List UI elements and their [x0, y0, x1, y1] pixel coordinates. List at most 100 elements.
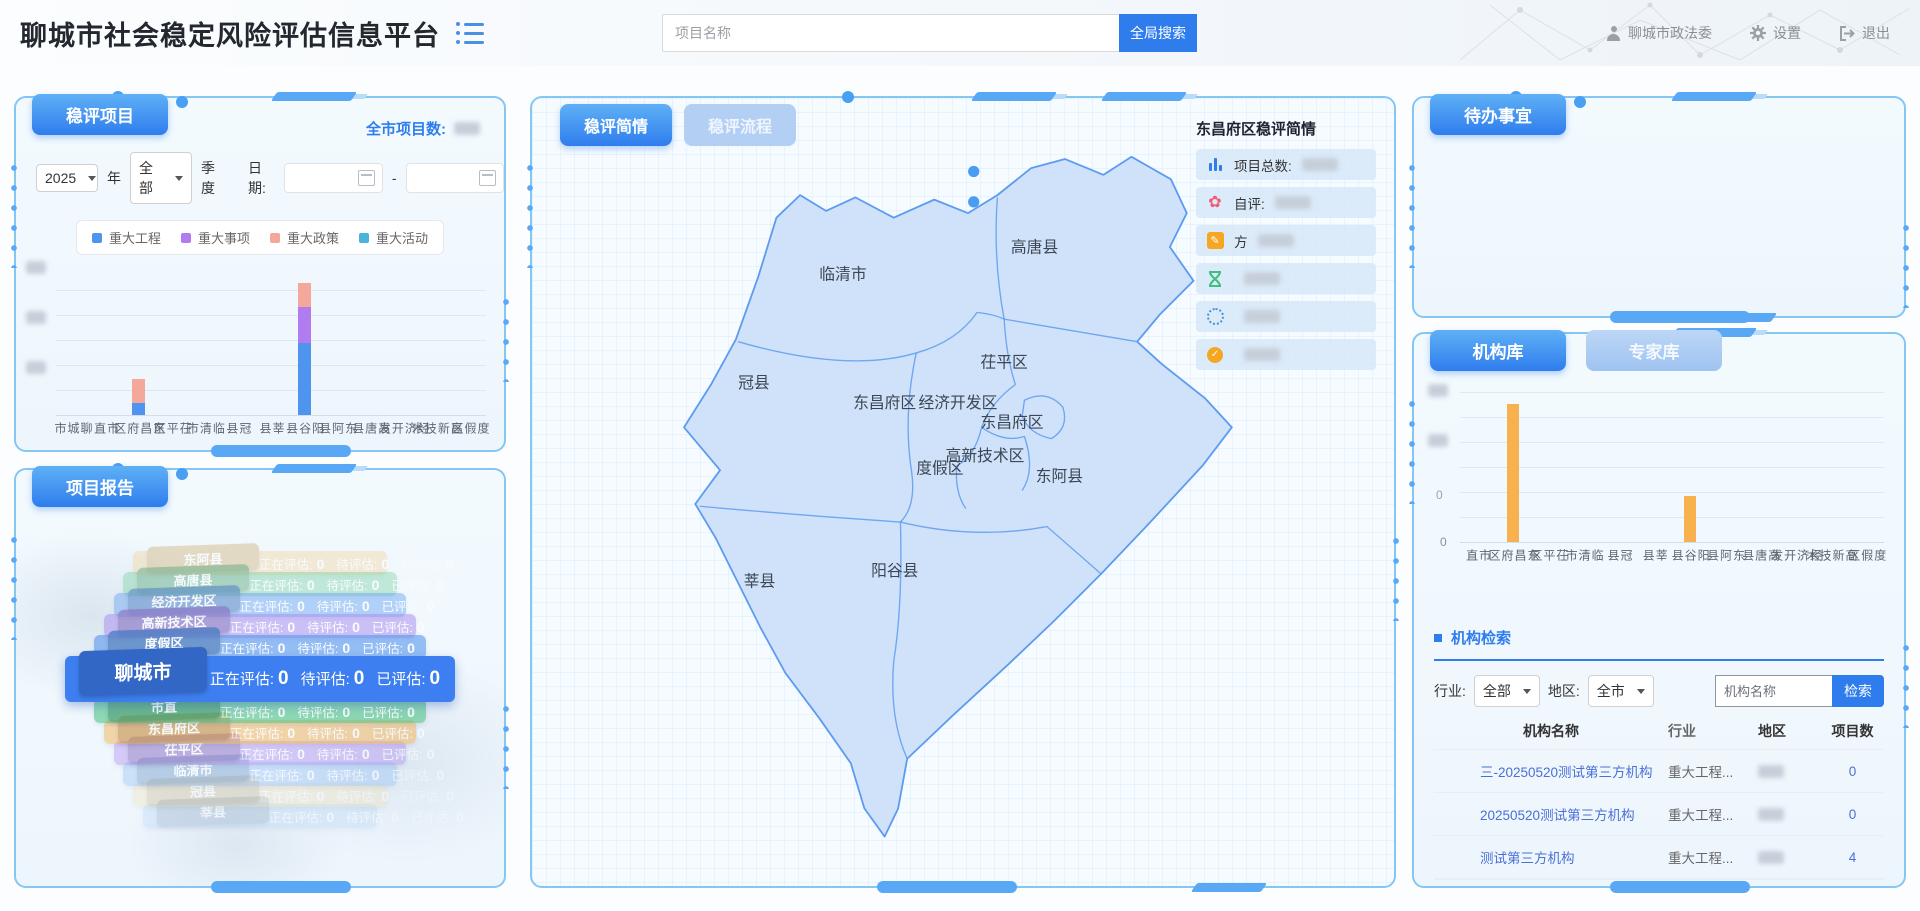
x-axis-label: 莘县 — [1641, 549, 1667, 562]
date-label: 日期: — [248, 158, 275, 198]
stat-value: 0 — [278, 668, 289, 689]
global-search-input[interactable] — [662, 14, 1119, 52]
redacted-y-label — [26, 361, 46, 374]
report-row-冠县[interactable]: 冠县正在评估:0待评估:0已评估:0 — [133, 783, 387, 807]
region-stats: 正在评估:0待评估:0已评估:0 — [220, 702, 427, 721]
tab-assessment-flow[interactable]: 稳评流程 — [684, 104, 796, 146]
global-search-button[interactable]: 全局搜索 — [1119, 14, 1197, 52]
stat-value: 0 — [287, 619, 295, 635]
stat-value: 0 — [342, 704, 350, 720]
org-table-row[interactable]: 三-20250520测试第三方机构重大工程...0 — [1434, 749, 1884, 792]
stat-label: 已评估: — [411, 811, 452, 825]
chart-column: 经济开发 — [387, 267, 420, 415]
org-industry: 重大工程... — [1668, 804, 1758, 824]
stat-value: 0 — [456, 809, 464, 825]
stat-label: 待评估: — [346, 811, 387, 825]
chart-column: 东昌府区 — [122, 267, 155, 415]
org-table-header: 机构名称行业地区项目数 — [1434, 711, 1884, 749]
stat-label: 待评估: — [307, 727, 348, 741]
stat-label: 正在评估: — [230, 727, 283, 741]
stat-label: 已评估: — [376, 671, 425, 688]
citywide-project-total-label: 全市项目数: — [366, 118, 446, 139]
org-table-row[interactable]: 20250520测试第三方机构重大工程...0 — [1434, 792, 1884, 835]
org-name-link[interactable]: 三-20250520测试第三方机构 — [1434, 761, 1668, 781]
region-select[interactable]: 全市 — [1588, 675, 1654, 707]
stat-label: 待评估: — [336, 558, 377, 572]
bar-segment — [1507, 404, 1519, 542]
stat-value: 0 — [427, 746, 435, 762]
org-name-link[interactable]: 测试第三方机构 — [1434, 847, 1668, 867]
tab-expert-library[interactable]: 专家库 — [1586, 330, 1722, 371]
org-table-header-cell: 项目数 — [1821, 721, 1884, 741]
region-stats: 正在评估:0待评估:0已评估:0 — [259, 554, 466, 573]
redacted-region — [1758, 851, 1784, 864]
menu-icon[interactable] — [456, 22, 486, 44]
org-name-search: 检索 — [1715, 675, 1884, 707]
global-search-bar: 全局搜索 — [662, 14, 1197, 52]
report-row-市直[interactable]: 市直正在评估:0待评估:0已评估:0 — [94, 699, 426, 723]
region-stats: 正在评估:0待评估:0已评估:0 — [249, 765, 456, 784]
stat-value: 0 — [391, 809, 399, 825]
report-row-聊城市[interactable]: 聊城市正在评估:0待评估:0已评估:0 — [65, 656, 455, 702]
overlay-stat-label: 方 — [1234, 231, 1248, 251]
panel-reports: 项目报告 东阿县正在评估:0待评估:0已评估:0高唐县正在评估:0待评估:0已评… — [14, 468, 506, 888]
stat-value: 0 — [352, 619, 360, 635]
date-start-input[interactable] — [284, 163, 382, 193]
stat-label: 已评估: — [391, 579, 432, 593]
redacted-value — [1244, 272, 1280, 285]
stat-label: 正在评估: — [259, 790, 312, 804]
map-outer-boundary[interactable] — [684, 157, 1232, 837]
stat-value: 0 — [446, 788, 454, 804]
user-menu[interactable]: 聊城市政法委 — [1606, 23, 1712, 43]
industry-select[interactable]: 全部 — [1474, 675, 1540, 707]
panel-decoration — [1701, 313, 1777, 322]
logout-button[interactable]: 退出 — [1839, 23, 1890, 43]
app-title: 聊城市社会稳定风险评估信息平台 — [20, 14, 440, 53]
settings-button[interactable]: 设置 — [1750, 23, 1801, 43]
legend-swatch — [359, 233, 369, 243]
district-brief-overlay: 东昌府区稳评简情 项目总数:✿自评:✎方✓ — [1196, 118, 1376, 377]
report-row-莘县[interactable]: 莘县正在评估:0待评估:0已评估:0 — [143, 804, 377, 828]
report-row-临清市[interactable]: 临清市正在评估:0待评估:0已评估:0 — [123, 762, 396, 786]
legend-item: 重大事项 — [181, 228, 250, 247]
stat-label: 正在评估: — [240, 600, 293, 614]
projects-bar-chart: 聊城市市直东昌府区茌平区临清市冠县莘县阳谷县东阿县高唐县经济开发高新技术度假区 — [56, 267, 486, 416]
settings-label: 设置 — [1773, 23, 1801, 43]
date-separator: - — [392, 170, 397, 186]
panel-orgs: 机构库 专家库 0 0 市直东昌府区茌平区临清市冠县莘县阳谷县东阿县高唐县经济开… — [1412, 332, 1906, 888]
tab-assessment-brief[interactable]: 稳评简情 — [560, 104, 672, 146]
stat-value: 0 — [278, 640, 286, 656]
user-name: 聊城市政法委 — [1628, 23, 1712, 43]
org-search-button[interactable]: 检索 — [1832, 675, 1884, 707]
report-row-茌平区[interactable]: 茌平区正在评估:0待评估:0已评估:0 — [114, 741, 407, 765]
quarter-select[interactable]: 全部 — [130, 152, 192, 204]
legend-item: 重大工程 — [92, 228, 161, 247]
date-end-input[interactable] — [406, 163, 504, 193]
map-label-东昌府区: 东昌府区 — [980, 413, 1043, 431]
logout-label: 退出 — [1862, 23, 1890, 43]
chart-column: 经济开发 — [1778, 392, 1813, 542]
citywide-project-total: 全市项目数: — [366, 118, 480, 139]
region-stats: 正在评估:0待评估:0已评估:0 — [259, 786, 466, 805]
liaocheng-district-map[interactable]: 高唐县临清市冠县东昌府区经济开发区茌平区东昌府区高新技术区度假区东阿县莘县阳谷县 — [612, 132, 1252, 876]
bar-segment — [298, 283, 311, 307]
x-axis-label: 东阿县 — [1705, 549, 1744, 562]
flower-icon: ✿ — [1206, 195, 1224, 211]
org-name-input[interactable] — [1715, 675, 1832, 707]
org-table-row[interactable]: 测试第三方机构重大工程...4 — [1434, 835, 1884, 879]
stat-value: 0 — [307, 767, 315, 783]
bar-segment — [298, 307, 311, 343]
stat-label: 正在评估: — [210, 671, 274, 688]
stat-label: 待评估: — [297, 706, 338, 720]
y-axis-zero-label: 0 — [1440, 535, 1447, 549]
stat-label: 待评估: — [327, 769, 368, 783]
report-row-东昌府区[interactable]: 东昌府区正在评估:0待评估:0已评估:0 — [104, 720, 416, 744]
region-stats: 正在评估:0待评估:0已评估:0 — [220, 638, 427, 657]
year-select[interactable]: 2025 — [36, 164, 98, 192]
tab-org-library[interactable]: 机构库 — [1430, 330, 1566, 371]
stat-label: 已评估: — [382, 748, 423, 762]
map-label-临清市: 临清市 — [819, 266, 866, 284]
org-name-link[interactable]: 20250520测试第三方机构 — [1434, 804, 1668, 824]
region-stats: 正在评估:0待评估:0已评估:0 — [240, 596, 447, 615]
chart-column: 市直 — [89, 267, 122, 415]
